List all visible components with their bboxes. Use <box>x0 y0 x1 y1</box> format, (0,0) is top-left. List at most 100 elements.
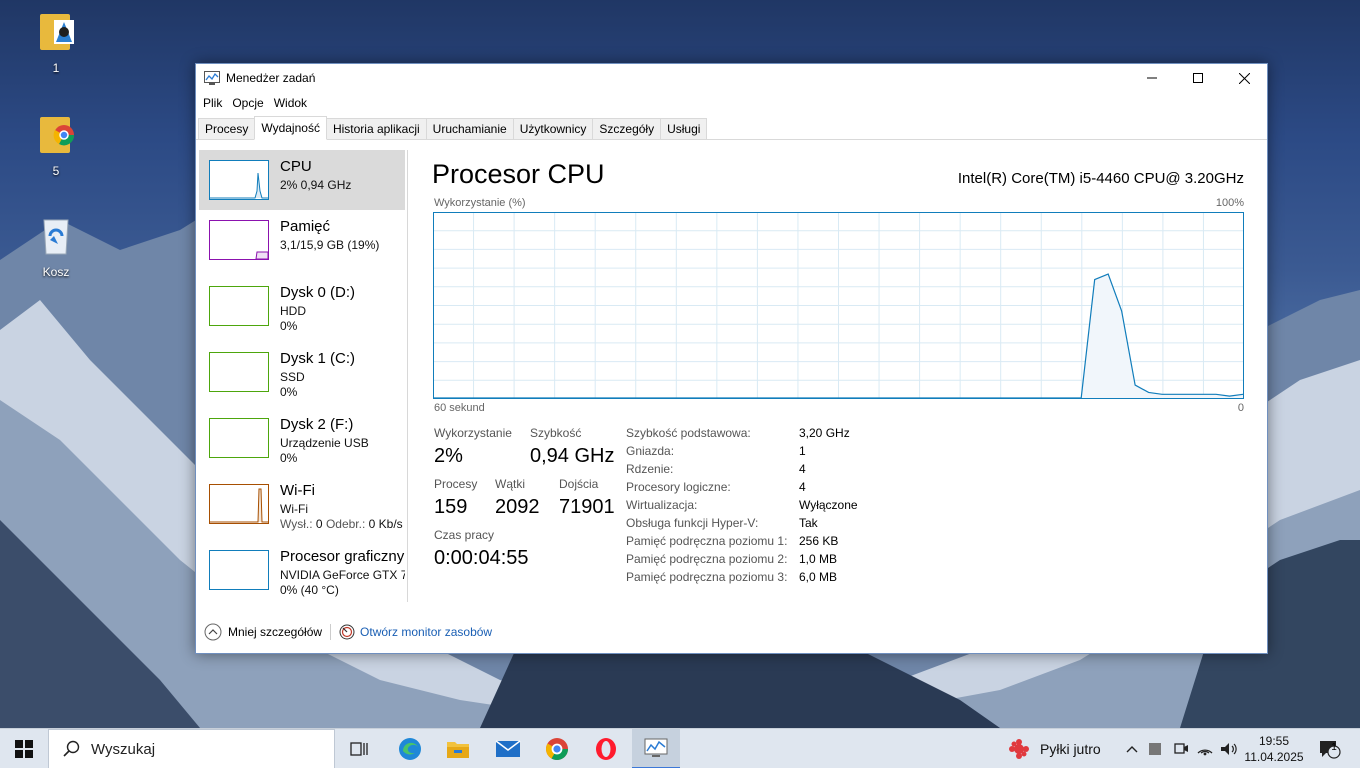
desktop-icon-recycle-bin[interactable]: Kosz <box>21 214 91 279</box>
taskbar-task-manager[interactable] <box>632 729 680 768</box>
close-button[interactable] <box>1221 64 1267 92</box>
notifications-button[interactable]: 1 <box>1318 729 1342 768</box>
spec-l1-value: 256 KB <box>799 534 839 548</box>
taskbar-opera[interactable] <box>582 729 630 768</box>
maximize-button[interactable] <box>1175 64 1221 92</box>
sidebar-item-usage: 0% (40 °C) <box>280 583 339 597</box>
handles-value: 71901 <box>559 496 615 518</box>
spec-base-speed-value: 3,20 GHz <box>799 426 850 440</box>
tab-bar: Procesy Wydajność Historia aplikacji Uru… <box>196 114 1267 140</box>
tab-startup[interactable]: Uruchamianie <box>425 118 514 139</box>
tray-app[interactable] <box>1148 729 1162 768</box>
sidebar-divider <box>407 150 408 602</box>
footer-divider <box>330 624 332 640</box>
windows-logo-icon <box>15 740 33 758</box>
folder-icon <box>40 14 74 50</box>
sidebar-item-cpu[interactable]: CPU 2% 0,94 GHz <box>199 150 405 210</box>
spec-l2-value: 1,0 MB <box>799 552 838 566</box>
weather-widget[interactable]: Pyłki jutro <box>1008 729 1101 768</box>
less-details-label: Mniej szczegółów <box>228 625 323 639</box>
task-view-button[interactable] <box>336 729 384 768</box>
spec-l3-value: 6,0 MB <box>799 570 838 584</box>
maximize-icon <box>1193 73 1203 83</box>
open-resource-monitor-link[interactable]: Otwórz monitor zasobów <box>339 624 492 640</box>
taskbar-search[interactable]: Wyszukaj <box>48 729 335 768</box>
clock-date: 11.04.2025 <box>1244 750 1304 764</box>
speaker-icon <box>1221 743 1237 755</box>
cpu-model: Intel(R) Core(TM) i5-4460 CPU@ 3.20GHz <box>957 170 1244 187</box>
sidebar-item-disk-0[interactable]: Dysk 0 (D:) HDD 0% <box>199 276 405 336</box>
less-details-button[interactable]: Mniej szczegółów <box>204 623 322 641</box>
tab-app-history[interactable]: Historia aplikacji <box>325 118 427 139</box>
desktop-icon-folder-1[interactable]: 1 <box>21 10 91 75</box>
processes-label: Procesy <box>434 477 478 491</box>
tray-network[interactable] <box>1196 729 1214 768</box>
tray-meet[interactable] <box>1172 729 1190 768</box>
handles-label: Dojścia <box>559 477 599 491</box>
chrome-icon <box>546 738 568 760</box>
sidebar-item-usage: 0% <box>280 451 298 465</box>
speed-label: Szybkość <box>530 426 582 440</box>
spec-virtualization-label: Wirtualizacja: <box>626 498 698 512</box>
spec-logical-label: Procesory logiczne: <box>626 480 731 494</box>
sidebar-item-title: Procesor graficzny <box>280 548 405 565</box>
sidebar-item-title: Pamięć <box>280 218 331 235</box>
menu-bar: Plik Opcje Widok <box>196 92 1267 114</box>
tab-services[interactable]: Usługi <box>660 118 708 139</box>
notification-count: 1 <box>1331 742 1337 753</box>
menu-view[interactable]: Widok <box>269 96 312 110</box>
spec-l2-label: Pamięć podręczna poziomu 2: <box>626 552 788 566</box>
processes-value: 159 <box>434 496 468 518</box>
taskbar: Wyszukaj Pyłki jutro 19:55 11.04.2025 1 <box>0 728 1360 768</box>
taskbar-clock[interactable]: 19:55 11.04.2025 <box>1242 733 1306 765</box>
spec-l1-label: Pamięć podręczna poziomu 1: <box>626 534 788 548</box>
spec-hyperv-value: Tak <box>799 516 818 530</box>
receive-value: 0 Kb/s <box>368 517 403 531</box>
tab-performance[interactable]: Wydajność <box>254 116 327 140</box>
sidebar-item-title: Wi-Fi <box>280 482 315 499</box>
graph-y-min: 0 <box>1237 402 1244 414</box>
taskbar-mail[interactable] <box>484 729 532 768</box>
send-label: Wysł.: <box>280 517 313 531</box>
taskbar-chrome[interactable] <box>533 729 581 768</box>
desktop-icon-folder-5[interactable]: 5 <box>21 113 91 178</box>
uptime-label: Czas pracy <box>434 528 495 542</box>
tab-processes[interactable]: Procesy <box>198 118 256 139</box>
receive-label: Odebr.: <box>325 517 366 531</box>
spec-base-speed-label: Szybkość podstawowa: <box>626 426 751 440</box>
tray-volume[interactable] <box>1220 729 1238 768</box>
menu-options[interactable]: Opcje <box>227 96 268 110</box>
sidebar-item-usage: 0% <box>280 319 298 333</box>
sidebar-item-disk-1[interactable]: Dysk 1 (C:) SSD 0% <box>199 342 405 402</box>
threads-value: 2092 <box>495 496 540 518</box>
sidebar-item-memory[interactable]: Pamięć 3,1/15,9 GB (19%) <box>199 210 405 270</box>
task-manager-window: Menedżer zadań Plik Opcje Widok Procesy … <box>195 63 1268 654</box>
tab-users[interactable]: Użytkownicy <box>512 118 594 139</box>
show-hidden-icons-button[interactable] <box>1124 729 1140 768</box>
sidebar-item-title: Dysk 0 (D:) <box>280 284 355 301</box>
sidebar-item-detail: 3,1/15,9 GB (19%) <box>280 238 380 252</box>
sidebar-item-wifi[interactable]: Wi-Fi Wi-Fi Wysł.: 0 Odebr.: 0 Kb/s <box>199 474 405 534</box>
resource-monitor-icon <box>339 624 355 640</box>
cpu-usage-graph <box>433 212 1244 399</box>
menu-file[interactable]: Plik <box>198 96 227 110</box>
chevron-up-icon <box>204 623 222 641</box>
pollen-icon <box>1009 739 1029 759</box>
opera-icon <box>596 738 616 760</box>
taskbar-edge[interactable] <box>386 729 434 768</box>
footer-bar: Mniej szczegółów Otwórz monitor zasobów <box>204 622 492 642</box>
webcam-icon <box>1174 743 1188 754</box>
start-button[interactable] <box>0 729 48 768</box>
sidebar-item-disk-2[interactable]: Dysk 2 (F:) Urządzenie USB 0% <box>199 408 405 468</box>
sidebar-item-gpu[interactable]: Procesor graficzny NVIDIA GeForce GTX 74… <box>199 540 405 600</box>
tab-details[interactable]: Szczegóły <box>592 118 662 139</box>
spec-l3-label: Pamięć podręczna poziomu 3: <box>626 570 788 584</box>
taskbar-file-explorer[interactable] <box>434 729 482 768</box>
folder-chrome-icon <box>40 117 75 153</box>
title-bar[interactable]: Menedżer zadań <box>196 64 1267 92</box>
sidebar-item-usage: 0% <box>280 385 298 399</box>
search-placeholder: Wyszukaj <box>91 740 156 758</box>
sidebar-item-type: Urządzenie USB <box>280 436 369 450</box>
send-value: 0 <box>315 517 323 531</box>
minimize-button[interactable] <box>1129 64 1175 92</box>
